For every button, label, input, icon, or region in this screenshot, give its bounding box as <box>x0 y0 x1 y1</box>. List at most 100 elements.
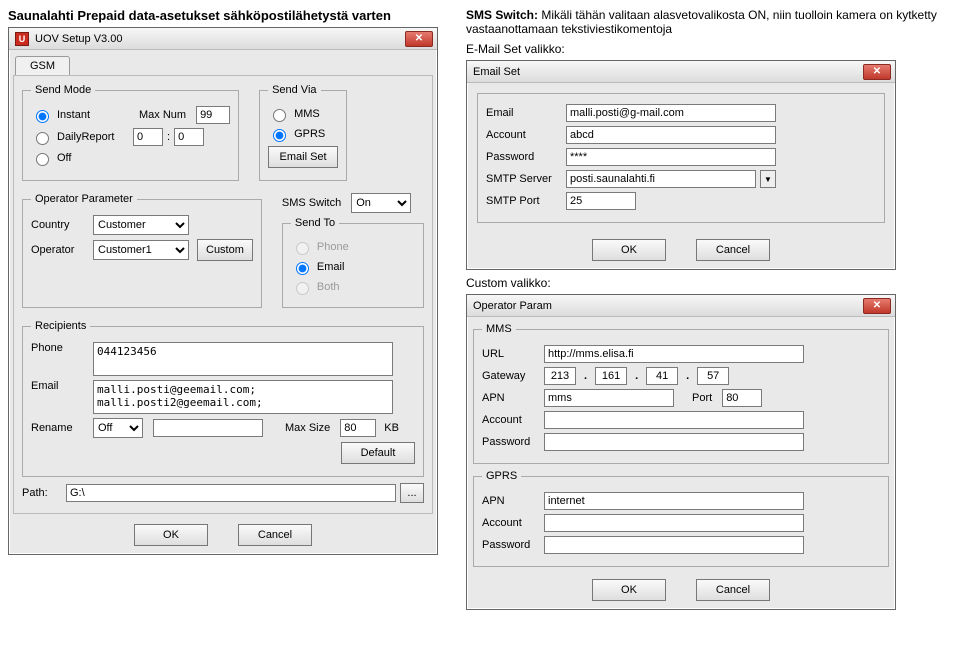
radio-mms[interactable] <box>273 109 286 122</box>
select-operator[interactable]: Customer1 <box>93 240 189 260</box>
cancel-button[interactable]: Cancel <box>238 524 312 546</box>
label-operator: Operator <box>31 244 89 256</box>
label-daily-report: DailyReport <box>57 131 129 143</box>
select-country[interactable]: Customer <box>93 215 189 235</box>
input-rename-text[interactable] <box>153 419 263 437</box>
input-daily-m[interactable] <box>174 128 204 146</box>
input-es-email[interactable] <box>566 104 776 122</box>
uov-titlebar: U UOV Setup V3.00 ✕ <box>9 28 437 50</box>
label-gprs-password: Password <box>482 539 540 551</box>
radio-gprs[interactable] <box>273 129 286 142</box>
right-heading-prefix: SMS Switch: <box>466 8 538 22</box>
input-max-size[interactable] <box>340 419 376 437</box>
label-gateway: Gateway <box>482 370 540 382</box>
group-send-via: Send Via MMS GPRS Email Set <box>259 84 347 181</box>
radio-off[interactable] <box>36 153 49 166</box>
textarea-phone[interactable]: 044123456 <box>93 342 393 376</box>
radio-sendto-both <box>296 282 309 295</box>
legend-operator-parameter: Operator Parameter <box>31 193 137 205</box>
select-rename[interactable]: Off <box>93 418 143 438</box>
input-mms-apn[interactable] <box>544 389 674 407</box>
ok-button[interactable]: OK <box>134 524 208 546</box>
group-operator-parameter: Operator Parameter Country Customer Oper… <box>22 193 262 308</box>
input-gprs-apn[interactable] <box>544 492 804 510</box>
input-mms-password[interactable] <box>544 433 804 451</box>
label-url: URL <box>482 348 540 360</box>
radio-instant[interactable] <box>36 110 49 123</box>
input-es-account[interactable] <box>566 126 776 144</box>
input-gprs-account[interactable] <box>544 514 804 532</box>
label-gprs: GPRS <box>294 128 325 140</box>
select-sms-switch[interactable]: On <box>351 193 411 213</box>
label-mms: MMS <box>294 108 320 120</box>
tab-strip: GSM <box>9 50 437 75</box>
input-path[interactable] <box>66 484 396 502</box>
label-max-num: Max Num <box>139 109 186 121</box>
legend-mms: MMS <box>482 323 516 335</box>
group-recipients: Recipients Phone 044123456 Email malli.p… <box>22 320 424 477</box>
app-icon: U <box>15 32 29 46</box>
emailset-window: Email Set ✕ Email Account Password SMTP … <box>466 60 896 270</box>
radio-daily-report[interactable] <box>36 132 49 145</box>
textarea-email[interactable]: malli.posti@geemail.com; malli.posti2@ge… <box>93 380 393 414</box>
input-es-smtp-server[interactable] <box>566 170 756 188</box>
input-url[interactable] <box>544 345 804 363</box>
label-es-smtp-port: SMTP Port <box>486 195 562 207</box>
input-mms-port[interactable] <box>722 389 762 407</box>
legend-recipients: Recipients <box>31 320 90 332</box>
cancel-button[interactable]: Cancel <box>696 239 770 261</box>
label-gprs-account: Account <box>482 517 540 529</box>
label-instant: Instant <box>57 109 129 121</box>
close-icon[interactable]: ✕ <box>405 31 433 47</box>
label-es-password: Password <box>486 151 562 163</box>
input-gprs-password[interactable] <box>544 536 804 554</box>
legend-gprs: GPRS <box>482 470 521 482</box>
email-set-button[interactable]: Email Set <box>268 146 338 168</box>
right-doc-heading: SMS Switch: Mikäli tähän valitaan alasve… <box>466 8 952 36</box>
label-sendto-email: Email <box>317 261 345 273</box>
label-mms-port: Port <box>692 392 712 404</box>
input-es-smtp-port[interactable] <box>566 192 636 210</box>
input-gateway-0[interactable] <box>544 367 576 385</box>
ip-dot: . <box>580 370 591 382</box>
cancel-button[interactable]: Cancel <box>696 579 770 601</box>
label-country: Country <box>31 219 89 231</box>
custom-window: Operator Param ✕ MMS URL Gateway . . . <box>466 294 896 610</box>
label-rename: Rename <box>31 422 89 434</box>
input-daily-h[interactable] <box>133 128 163 146</box>
radio-sendto-phone <box>296 242 309 255</box>
close-icon[interactable]: ✕ <box>863 64 891 80</box>
close-icon[interactable]: ✕ <box>863 298 891 314</box>
tab-gsm[interactable]: GSM <box>15 56 70 75</box>
input-max-num[interactable] <box>196 106 230 124</box>
input-mms-account[interactable] <box>544 411 804 429</box>
custom-title: Operator Param <box>473 300 863 312</box>
label-mms-password: Password <box>482 436 540 448</box>
input-es-password[interactable] <box>566 148 776 166</box>
caption-custom: Custom valikko: <box>466 276 952 290</box>
input-gateway-2[interactable] <box>646 367 678 385</box>
legend-send-mode: Send Mode <box>31 84 95 96</box>
label-es-account: Account <box>486 129 562 141</box>
legend-send-via: Send Via <box>268 84 320 96</box>
radio-sendto-email[interactable] <box>296 262 309 275</box>
label-kb: KB <box>384 422 399 434</box>
label-sendto-both: Both <box>317 281 340 293</box>
default-button[interactable]: Default <box>341 442 415 464</box>
ok-button[interactable]: OK <box>592 239 666 261</box>
label-email: Email <box>31 380 89 392</box>
input-gateway-3[interactable] <box>697 367 729 385</box>
browse-button[interactable]: ... <box>400 483 424 503</box>
label-max-size: Max Size <box>285 422 330 434</box>
chevron-down-icon[interactable]: ▼ <box>760 170 776 188</box>
label-path: Path: <box>22 487 62 499</box>
left-doc-heading: Saunalahti Prepaid data-asetukset sähköp… <box>8 8 448 23</box>
label-hm-colon: : <box>167 131 170 143</box>
label-gprs-apn: APN <box>482 495 540 507</box>
emailset-body: Email Account Password SMTP Server ▼ <box>477 93 885 223</box>
ok-button[interactable]: OK <box>592 579 666 601</box>
custom-button[interactable]: Custom <box>197 239 253 261</box>
uov-title: UOV Setup V3.00 <box>35 33 405 45</box>
caption-email-set: E-Mail Set valikko: <box>466 42 952 56</box>
input-gateway-1[interactable] <box>595 367 627 385</box>
